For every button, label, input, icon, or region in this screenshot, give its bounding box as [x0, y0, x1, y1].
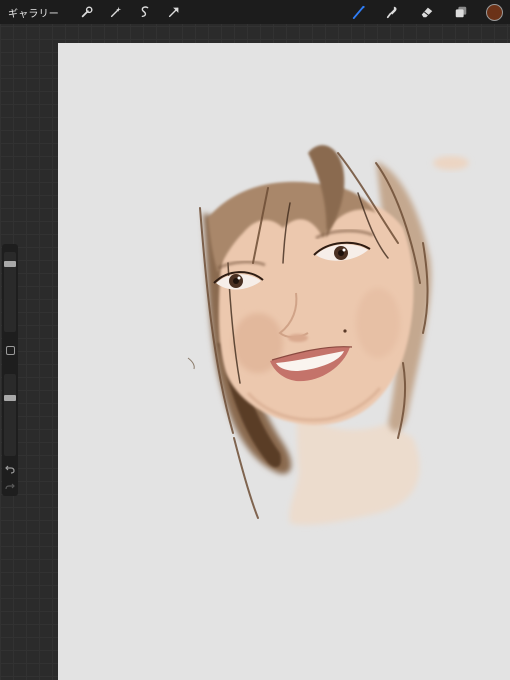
left-sidebar — [2, 244, 18, 496]
painted-portrait — [187, 145, 469, 525]
drawing-canvas[interactable] — [58, 43, 510, 680]
transform-arrow-icon[interactable] — [165, 3, 183, 21]
modify-button[interactable] — [6, 346, 15, 355]
brush-size-slider[interactable] — [4, 252, 16, 332]
wrench-icon[interactable] — [78, 3, 96, 21]
layers-icon[interactable] — [452, 3, 470, 21]
top-toolbar: ギャラリー — [0, 0, 510, 24]
redo-icon — [5, 483, 15, 490]
color-picker-swatch[interactable] — [486, 3, 503, 21]
gallery-button[interactable]: ギャラリー — [8, 5, 59, 20]
redo-button[interactable] — [4, 482, 16, 492]
undo-button[interactable] — [4, 463, 16, 475]
brush-size-thumb[interactable] — [4, 261, 16, 267]
magic-wand-icon[interactable] — [107, 3, 125, 21]
brush-icon[interactable] — [350, 3, 368, 21]
eraser-icon[interactable] — [418, 3, 436, 21]
selection-icon[interactable] — [136, 3, 154, 21]
opacity-slider[interactable] — [4, 374, 16, 456]
smudge-icon[interactable] — [384, 3, 402, 21]
undo-icon — [5, 465, 15, 474]
opacity-thumb[interactable] — [4, 395, 16, 401]
